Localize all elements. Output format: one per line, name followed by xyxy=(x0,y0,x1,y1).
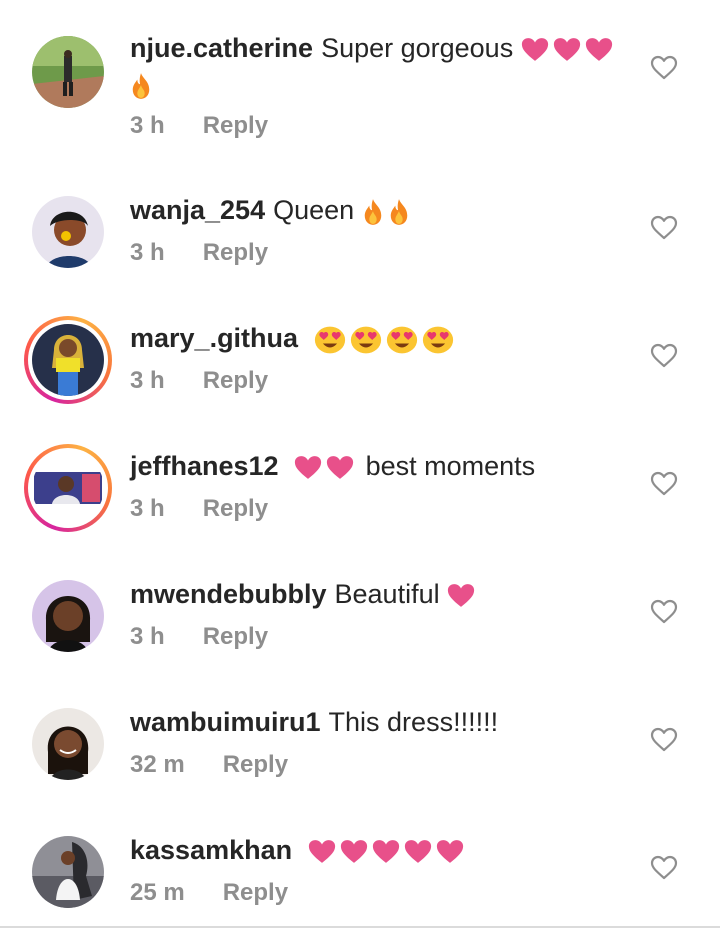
avatar[interactable] xyxy=(32,836,104,908)
username[interactable]: kassamkhan xyxy=(130,835,292,865)
comment-body: Beautiful xyxy=(334,579,440,609)
heart-outline-icon xyxy=(650,854,678,882)
reply-button[interactable]: Reply xyxy=(203,239,268,267)
avatar-story-ring[interactable] xyxy=(24,316,112,404)
heart-outline-icon xyxy=(650,726,678,754)
divider xyxy=(0,926,720,928)
reply-button[interactable]: Reply xyxy=(223,751,288,779)
heart-eyes-emoji xyxy=(350,325,382,355)
heart-eyes-emoji xyxy=(422,325,454,355)
pink-heart-emoji xyxy=(308,839,336,864)
username[interactable]: jeffhanes12 xyxy=(130,451,279,481)
comment-time: 3 h xyxy=(130,495,165,522)
fire-emoji xyxy=(130,72,152,100)
pink-heart-emoji xyxy=(585,37,613,62)
heart-outline-icon xyxy=(650,470,678,498)
comment-time: 3 h xyxy=(130,623,165,650)
username[interactable]: mary_.githua xyxy=(130,323,298,353)
comment-body: Super gorgeous xyxy=(321,33,514,63)
comment-meta: 25 m Reply xyxy=(130,879,288,907)
comment-time: 3 h xyxy=(130,112,165,139)
like-button[interactable] xyxy=(650,726,678,754)
comment-time: 32 m xyxy=(130,751,185,778)
comment-meta: 3 h Reply xyxy=(130,367,268,395)
reply-button[interactable]: Reply xyxy=(223,879,288,907)
avatar[interactable] xyxy=(32,580,104,652)
comment-meta: 3 h Reply xyxy=(130,112,268,140)
like-button[interactable] xyxy=(650,214,678,242)
username[interactable]: wanja_254 xyxy=(130,195,265,225)
pink-heart-emoji xyxy=(521,37,549,62)
comment-text: njue.catherine Super gorgeous xyxy=(130,30,640,102)
heart-eyes-emoji xyxy=(314,325,346,355)
comment-text: wambuimuiru1 This dress!!!!!! xyxy=(130,704,640,740)
comment-meta: 3 h Reply xyxy=(130,495,268,523)
comment-body: Queen xyxy=(273,195,355,225)
reply-button[interactable]: Reply xyxy=(203,623,268,651)
avatar[interactable] xyxy=(32,36,104,108)
reply-button[interactable]: Reply xyxy=(203,495,268,523)
fire-emoji xyxy=(362,198,384,226)
fire-emoji xyxy=(388,198,410,226)
pink-heart-emoji xyxy=(553,37,581,62)
like-button[interactable] xyxy=(650,54,678,82)
pink-heart-emoji xyxy=(372,839,400,864)
username[interactable]: wambuimuiru1 xyxy=(130,707,321,737)
avatar xyxy=(32,324,104,396)
comment-text: jeffhanes12 best moments xyxy=(130,448,640,484)
pink-heart-emoji xyxy=(294,455,322,480)
username[interactable]: mwendebubbly xyxy=(130,579,327,609)
like-button[interactable] xyxy=(650,470,678,498)
avatar[interactable] xyxy=(32,196,104,268)
comment-body: best moments xyxy=(365,451,536,481)
avatar-story-ring[interactable] xyxy=(24,444,112,532)
heart-outline-icon xyxy=(650,598,678,626)
reply-button[interactable]: Reply xyxy=(203,367,268,395)
pink-heart-emoji xyxy=(436,839,464,864)
username[interactable]: njue.catherine xyxy=(130,33,313,63)
pink-heart-emoji xyxy=(447,583,475,608)
reply-button[interactable]: Reply xyxy=(203,112,268,140)
heart-outline-icon xyxy=(650,214,678,242)
comment-time: 3 h xyxy=(130,239,165,266)
like-button[interactable] xyxy=(650,854,678,882)
heart-outline-icon xyxy=(650,342,678,370)
pink-heart-emoji xyxy=(404,839,432,864)
comment-body: This dress!!!!!! xyxy=(328,707,499,737)
comment-text: mary_.githua xyxy=(130,320,640,356)
heart-outline-icon xyxy=(650,54,678,82)
avatar xyxy=(32,452,104,524)
comment-time: 3 h xyxy=(130,367,165,394)
heart-eyes-emoji xyxy=(386,325,418,355)
comment-text: mwendebubbly Beautiful xyxy=(130,576,640,612)
comment-text: wanja_254 Queen xyxy=(130,192,640,228)
pink-heart-emoji xyxy=(340,839,368,864)
avatar[interactable] xyxy=(32,708,104,780)
pink-heart-emoji xyxy=(326,455,354,480)
comment-meta: 32 m Reply xyxy=(130,751,288,779)
comment-meta: 3 h Reply xyxy=(130,623,268,651)
like-button[interactable] xyxy=(650,598,678,626)
comment-meta: 3 h Reply xyxy=(130,239,268,267)
comment-text: kassamkhan xyxy=(130,832,640,868)
comment-time: 25 m xyxy=(130,879,185,906)
like-button[interactable] xyxy=(650,342,678,370)
